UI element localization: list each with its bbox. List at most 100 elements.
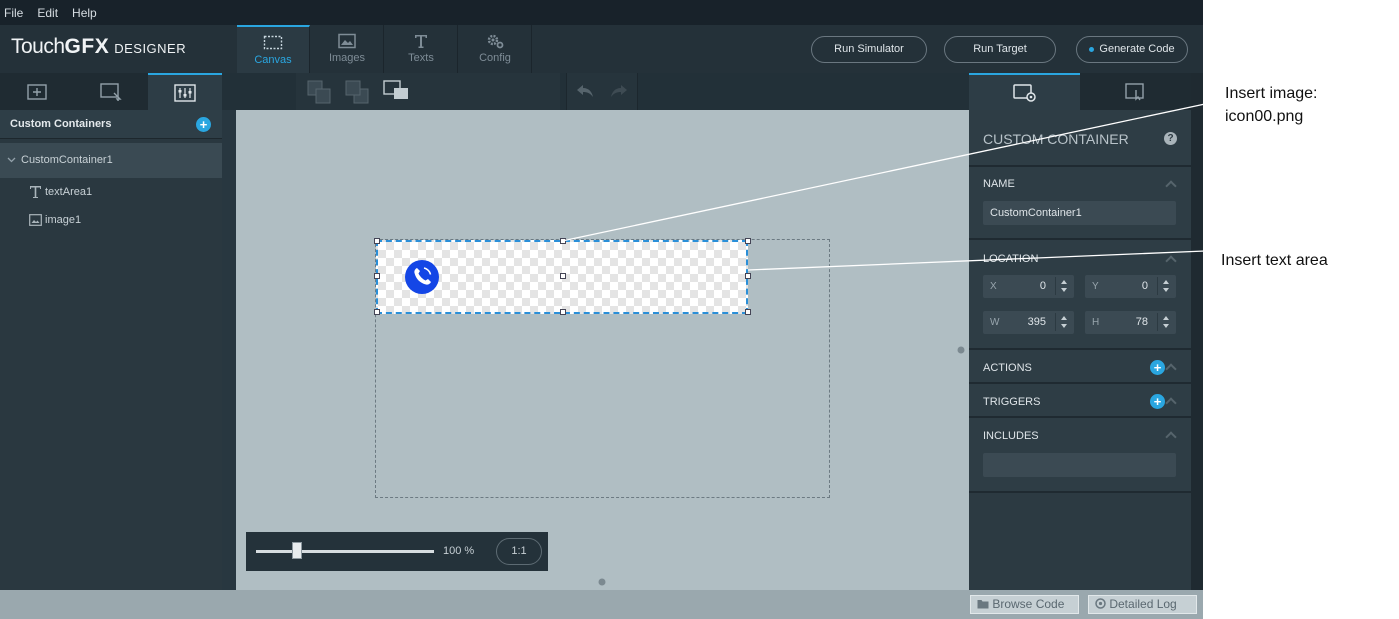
x-value: 0: [1039, 280, 1046, 292]
section-name: NAME CustomContainer1: [969, 167, 1191, 240]
triggers-title: TRIGGERS: [983, 396, 1041, 408]
y-label: Y: [1092, 281, 1099, 292]
status-dot-icon: [1089, 46, 1095, 52]
browse-code-button[interactable]: Browse Code: [970, 595, 1079, 614]
collapse-icon[interactable]: [1165, 431, 1177, 443]
browse-code-label: Browse Code: [992, 597, 1065, 611]
y-field[interactable]: Y 0: [1085, 275, 1176, 298]
resize-handle-center[interactable]: [560, 273, 566, 279]
undo-redo-group: [566, 73, 638, 110]
section-includes: INCLUDES: [969, 418, 1191, 493]
resize-handle-s[interactable]: [560, 309, 566, 315]
add-action-button[interactable]: +: [1150, 360, 1165, 375]
resize-handle-se[interactable]: [745, 309, 751, 315]
align-icon[interactable]: [382, 79, 412, 105]
run-simulator-label: Run Simulator: [834, 43, 904, 55]
send-to-back-icon[interactable]: [344, 79, 372, 105]
name-field[interactable]: CustomContainer1: [983, 201, 1176, 225]
touchgfx-logo: TouchGFX DESIGNER: [11, 35, 186, 59]
collapse-icon[interactable]: [1165, 255, 1177, 267]
tab-canvas-label: Canvas: [254, 54, 292, 66]
interaction-icon: [1124, 82, 1144, 101]
tab-interactions[interactable]: [1080, 73, 1191, 110]
menu-help[interactable]: Help: [72, 6, 97, 20]
run-simulator-button[interactable]: Run Simulator: [811, 36, 927, 63]
h-stepper[interactable]: [1157, 313, 1173, 331]
tab-custom-containers[interactable]: [148, 73, 222, 110]
zoom-level: 100 %: [443, 545, 475, 557]
actions-title: ACTIONS: [983, 362, 1032, 374]
logo-part-designer: DESIGNER: [114, 41, 187, 56]
x-field[interactable]: X 0: [983, 275, 1074, 298]
tree-item-image1[interactable]: image1: [0, 208, 222, 234]
chevron-down-icon: [7, 157, 16, 163]
help-icon[interactable]: ?: [1164, 132, 1177, 145]
canvas-bottom-grip-icon[interactable]: [598, 578, 606, 586]
menu-edit[interactable]: Edit: [37, 6, 58, 20]
name-section-title: NAME: [983, 178, 1015, 190]
tab-texts[interactable]: Texts: [385, 25, 458, 73]
add-container-button[interactable]: +: [196, 117, 211, 132]
properties-scrollbar[interactable]: [1191, 73, 1203, 590]
collapse-icon[interactable]: [1165, 180, 1177, 192]
tree-item-textarea1[interactable]: textArea1: [0, 180, 222, 206]
custom-containers-header: Custom Containers +: [0, 110, 222, 139]
add-trigger-button[interactable]: +: [1150, 394, 1165, 409]
image-icon: [311, 25, 383, 51]
custom-containers-title: Custom Containers: [10, 118, 112, 130]
menu-file[interactable]: File: [4, 6, 23, 20]
bring-to-front-icon[interactable]: [306, 79, 334, 105]
tab-canvas[interactable]: Canvas: [237, 25, 310, 73]
y-stepper[interactable]: [1157, 277, 1173, 295]
detailed-log-label: Detailed Log: [1109, 597, 1177, 611]
tree-item-customcontainer1[interactable]: CustomContainer1: [0, 143, 222, 178]
detailed-log-button[interactable]: Detailed Log: [1088, 595, 1197, 614]
selected-custom-container[interactable]: [374, 238, 751, 315]
touchgfx-window: File Edit Help TouchGFX DESIGNER Canvas I…: [0, 0, 1203, 619]
run-target-button[interactable]: Run Target: [944, 36, 1056, 63]
w-field[interactable]: W 395: [983, 311, 1074, 334]
redo-icon[interactable]: [609, 83, 629, 99]
zoom-reset-label: 1:1: [511, 545, 527, 557]
properties-panel: CUSTOM CONTAINER ? NAME CustomContainer1…: [969, 73, 1191, 590]
section-custom-container: CUSTOM CONTAINER ?: [969, 110, 1191, 167]
add-widget-icon: [27, 83, 47, 100]
resize-handle-w[interactable]: [374, 273, 380, 279]
resize-handle-ne[interactable]: [745, 238, 751, 244]
canvas-area[interactable]: 100 % 1:1: [236, 110, 969, 590]
x-stepper[interactable]: [1055, 277, 1071, 295]
undo-icon[interactable]: [575, 83, 595, 99]
tab-add-widget[interactable]: [0, 73, 74, 110]
tab-images[interactable]: Images: [311, 25, 384, 73]
includes-field[interactable]: [983, 453, 1176, 477]
canvas-resize-grip-icon[interactable]: [957, 346, 965, 354]
image-icon: [29, 214, 42, 226]
annotation-insert-image-line2: icon00.png: [1225, 108, 1304, 125]
tab-properties[interactable]: [969, 73, 1080, 110]
zoom-slider-thumb[interactable]: [292, 542, 302, 559]
zoom-slider-track[interactable]: [256, 550, 434, 553]
w-stepper[interactable]: [1055, 313, 1071, 331]
gear-icon: [459, 25, 531, 51]
zoom-reset-button[interactable]: 1:1: [496, 538, 542, 565]
resize-handle-sw[interactable]: [374, 309, 380, 315]
status-bar: Browse Code Detailed Log: [0, 590, 1203, 619]
generate-code-button[interactable]: Generate Code: [1076, 36, 1188, 63]
collapse-icon[interactable]: [1165, 363, 1177, 375]
logo-part-touch: Touch: [11, 35, 65, 58]
annotation-insert-image-line1: Insert image:: [1225, 85, 1318, 102]
resize-handle-e[interactable]: [745, 273, 751, 279]
arrange-toolbar-group: [296, 73, 560, 110]
tab-screens[interactable]: [74, 73, 148, 110]
collapse-icon[interactable]: [1165, 397, 1177, 409]
sliders-icon: [174, 83, 196, 102]
phone-icon[interactable]: [404, 259, 440, 295]
tab-config[interactable]: Config: [459, 25, 532, 73]
section-location: LOCATION X 0 Y 0 W 395 H 78: [969, 240, 1191, 350]
run-target-label: Run Target: [973, 43, 1027, 55]
resize-handle-n[interactable]: [560, 238, 566, 244]
resize-handle-nw[interactable]: [374, 238, 380, 244]
canvas-left-strip: [222, 110, 236, 590]
text-icon: [385, 25, 457, 51]
h-field[interactable]: H 78: [1085, 311, 1176, 334]
